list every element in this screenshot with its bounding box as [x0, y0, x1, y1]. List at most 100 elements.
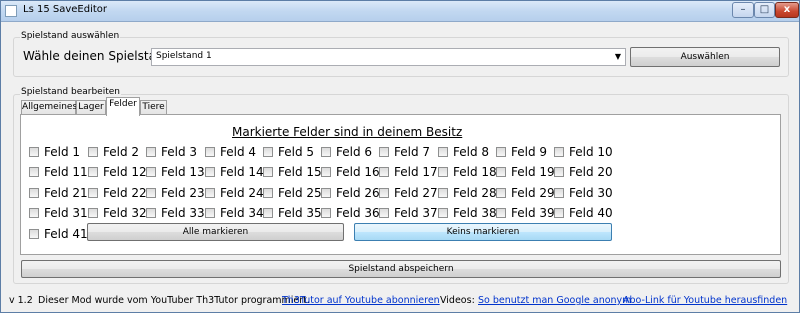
field-checkbox[interactable]: Feld 15: [263, 165, 322, 179]
checkbox-box[interactable]: [205, 147, 215, 157]
field-checkbox[interactable]: Feld 24: [205, 186, 264, 200]
checkbox-box[interactable]: [29, 208, 39, 218]
field-checkbox[interactable]: Feld 30: [554, 186, 613, 200]
checkbox-box[interactable]: [496, 208, 506, 218]
field-checkbox[interactable]: Feld 31: [29, 206, 88, 220]
checkbox-box[interactable]: [321, 188, 331, 198]
field-checkbox[interactable]: Feld 1: [29, 145, 80, 159]
field-checkbox[interactable]: Feld 7: [379, 145, 430, 159]
field-checkbox-label: Feld 3: [161, 145, 198, 159]
checkbox-box[interactable]: [379, 188, 389, 198]
checkbox-box[interactable]: [496, 167, 506, 177]
field-checkbox[interactable]: Feld 38: [438, 206, 497, 220]
video-link[interactable]: So benutzt man Google anonym: [478, 295, 631, 306]
tab-felder[interactable]: Felder: [106, 97, 140, 116]
field-checkbox[interactable]: Feld 36: [321, 206, 380, 220]
field-checkbox[interactable]: Feld 11: [29, 165, 88, 179]
checkbox-box[interactable]: [554, 167, 564, 177]
savegame-dropdown[interactable]: Spielstand 1 ▼: [151, 48, 626, 66]
field-checkbox[interactable]: Feld 2: [88, 145, 139, 159]
checkbox-box[interactable]: [379, 167, 389, 177]
checkbox-box[interactable]: [205, 188, 215, 198]
checkbox-box[interactable]: [321, 147, 331, 157]
field-checkbox[interactable]: Feld 10: [554, 145, 613, 159]
checkbox-box[interactable]: [554, 188, 564, 198]
field-checkbox[interactable]: Feld 16: [321, 165, 380, 179]
checkbox-box[interactable]: [379, 147, 389, 157]
field-checkbox[interactable]: Feld 3: [146, 145, 197, 159]
checkbox-box[interactable]: [29, 229, 39, 239]
field-checkbox[interactable]: Feld 6: [321, 145, 372, 159]
field-checkbox[interactable]: Feld 40: [554, 206, 613, 220]
checkbox-box[interactable]: [146, 188, 156, 198]
title-bar[interactable]: Ls 15 SaveEditor – □ x: [1, 1, 799, 22]
checkbox-box[interactable]: [205, 167, 215, 177]
field-checkbox[interactable]: Feld 33: [146, 206, 205, 220]
field-checkbox[interactable]: Feld 34: [205, 206, 264, 220]
checkbox-box[interactable]: [438, 208, 448, 218]
checkbox-box[interactable]: [88, 208, 98, 218]
field-checkbox[interactable]: Feld 25: [263, 186, 322, 200]
checkbox-box[interactable]: [146, 208, 156, 218]
checkbox-box[interactable]: [146, 167, 156, 177]
field-checkbox[interactable]: Feld 18: [438, 165, 497, 179]
checkbox-box[interactable]: [88, 188, 98, 198]
checkbox-box[interactable]: [146, 147, 156, 157]
checkbox-box[interactable]: [554, 147, 564, 157]
field-checkbox[interactable]: Feld 39: [496, 206, 555, 220]
checkbox-box[interactable]: [263, 167, 273, 177]
tab-tiere[interactable]: Tiere: [140, 100, 167, 115]
checkbox-box[interactable]: [554, 208, 564, 218]
field-checkbox[interactable]: Feld 35: [263, 206, 322, 220]
field-checkbox[interactable]: Feld 23: [146, 186, 205, 200]
field-checkbox[interactable]: Feld 4: [205, 145, 256, 159]
tab-lager[interactable]: Lager: [76, 100, 106, 115]
field-checkbox[interactable]: Feld 17: [379, 165, 438, 179]
field-checkbox[interactable]: Feld 13: [146, 165, 205, 179]
field-checkbox[interactable]: Feld 12: [88, 165, 147, 179]
field-checkbox[interactable]: Feld 8: [438, 145, 489, 159]
checkbox-box[interactable]: [438, 188, 448, 198]
field-checkbox[interactable]: Feld 19: [496, 165, 555, 179]
abo-link[interactable]: Abo-Link für Youtube herausfinden: [623, 295, 787, 306]
checkbox-box[interactable]: [205, 208, 215, 218]
checkbox-box[interactable]: [321, 208, 331, 218]
field-checkbox[interactable]: Feld 20: [554, 165, 613, 179]
field-checkbox[interactable]: Feld 9: [496, 145, 547, 159]
checkbox-box[interactable]: [88, 147, 98, 157]
checkbox-box[interactable]: [496, 188, 506, 198]
checkbox-box[interactable]: [29, 188, 39, 198]
checkbox-box[interactable]: [438, 167, 448, 177]
mark-all-button[interactable]: Alle markieren: [87, 223, 344, 241]
field-checkbox[interactable]: Feld 29: [496, 186, 555, 200]
maximize-button[interactable]: □: [754, 2, 775, 18]
field-checkbox[interactable]: Feld 5: [263, 145, 314, 159]
save-savegame-button[interactable]: Spielstand abspeichern: [21, 260, 781, 278]
field-checkbox[interactable]: Feld 27: [379, 186, 438, 200]
checkbox-box[interactable]: [263, 188, 273, 198]
field-checkbox[interactable]: Feld 37: [379, 206, 438, 220]
field-checkbox[interactable]: Feld 21: [29, 186, 88, 200]
checkbox-box[interactable]: [496, 147, 506, 157]
field-checkbox[interactable]: Feld 22: [88, 186, 147, 200]
checkbox-box[interactable]: [29, 167, 39, 177]
chevron-down-icon[interactable]: ▼: [615, 52, 621, 61]
checkbox-box[interactable]: [263, 208, 273, 218]
minimize-button[interactable]: –: [732, 2, 754, 18]
select-button[interactable]: Auswählen: [630, 47, 780, 67]
checkbox-box[interactable]: [379, 208, 389, 218]
subscribe-link[interactable]: Th3Tutor auf Youtube abonnieren: [282, 295, 440, 306]
checkbox-box[interactable]: [438, 147, 448, 157]
field-checkbox[interactable]: Feld 26: [321, 186, 380, 200]
mark-none-button[interactable]: Keins markieren: [354, 223, 612, 241]
field-checkbox[interactable]: Feld 41: [29, 227, 88, 241]
checkbox-box[interactable]: [321, 167, 331, 177]
checkbox-box[interactable]: [88, 167, 98, 177]
field-checkbox[interactable]: Feld 14: [205, 165, 264, 179]
close-button[interactable]: x: [775, 2, 799, 18]
tab-allgemeines[interactable]: Allgemeines: [21, 100, 77, 115]
field-checkbox[interactable]: Feld 28: [438, 186, 497, 200]
field-checkbox[interactable]: Feld 32: [88, 206, 147, 220]
checkbox-box[interactable]: [29, 147, 39, 157]
checkbox-box[interactable]: [263, 147, 273, 157]
